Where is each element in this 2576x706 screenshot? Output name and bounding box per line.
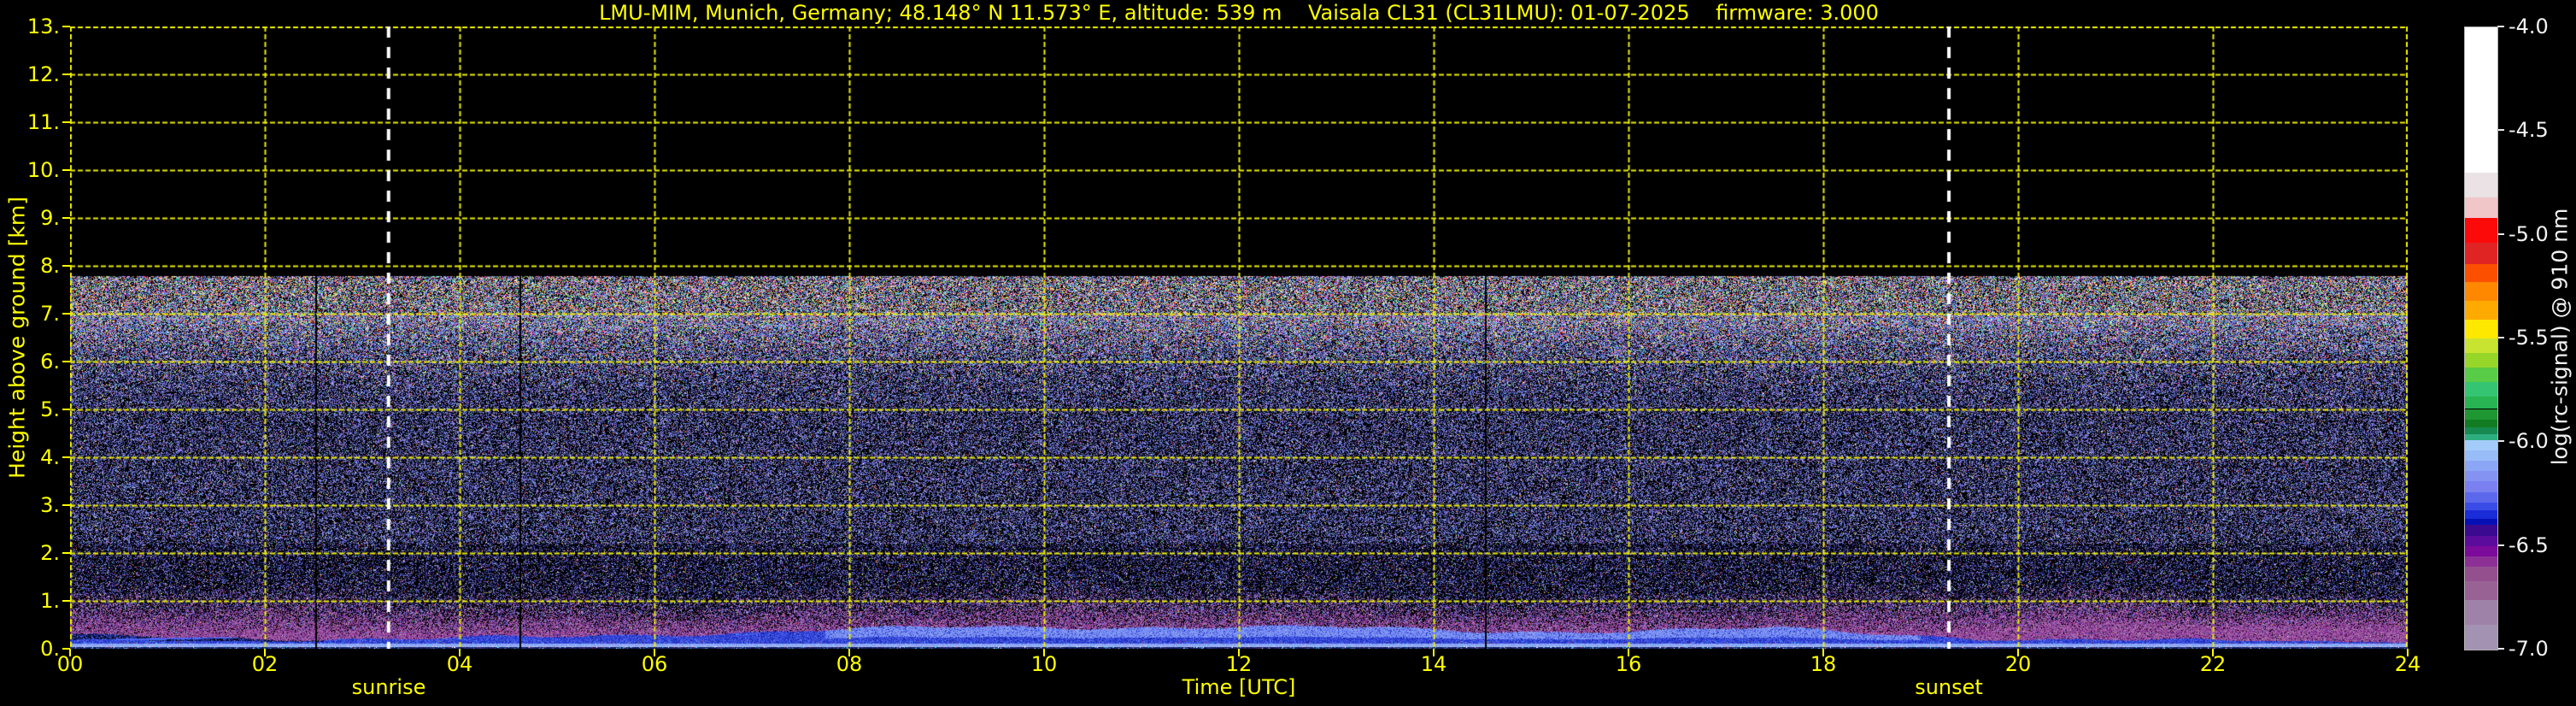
colorbar-segment [2465, 481, 2497, 492]
colorbar-segment [2465, 624, 2497, 650]
y-tick-mark [62, 552, 70, 554]
colorbar-tick-mark [2497, 648, 2504, 650]
colorbar-segment [2465, 525, 2497, 536]
colorbar-segment [2465, 282, 2497, 302]
colorbar-segment [2465, 566, 2497, 581]
colorbar-tick-label: -6.0 [2509, 429, 2549, 454]
x-tick-label: 14 [1420, 652, 1447, 676]
y-tick-label: 3. [40, 493, 60, 517]
plot-title: LMU-MIM, Munich, Germany; 48.148° N 11.5… [599, 1, 1879, 25]
y-tick-mark [62, 648, 70, 650]
colorbar-segment [2465, 419, 2497, 428]
y-tick-mark [62, 217, 70, 219]
x-axis-label: Time [UTC] [1182, 675, 1296, 699]
colorbar-segment [2465, 502, 2497, 511]
colorbar-segment [2465, 197, 2497, 219]
colorbar-tick-label: -7.0 [2509, 637, 2549, 661]
colorbar-segment [2465, 450, 2497, 462]
colorbar-segment [2465, 27, 2497, 173]
colorbar-segment [2465, 218, 2497, 244]
y-tick-mark [62, 361, 70, 362]
x-tick-label: 04 [446, 652, 473, 676]
colorbar-tick-mark [2497, 440, 2504, 443]
x-tick-label: 10 [1030, 652, 1058, 676]
x-tick-label: 06 [641, 652, 668, 676]
colorbar-segment [2465, 580, 2497, 600]
colorbar-tick-mark [2497, 232, 2504, 235]
y-tick-label: 11. [26, 110, 60, 134]
colorbar-segment [2465, 510, 2497, 520]
colorbar-tick-label: -6.5 [2509, 532, 2549, 557]
colorbar-tick-mark [2497, 337, 2504, 338]
colorbar-tick-label: -5.5 [2509, 326, 2549, 350]
colorbar-segment [2465, 471, 2497, 482]
x-tick-label: 02 [251, 652, 279, 676]
colorbar-segment [2465, 263, 2497, 283]
y-tick-label: 12. [26, 62, 60, 86]
colorbar-segment [2465, 367, 2497, 382]
colorbar-segment [2465, 439, 2497, 451]
x-tick-label: 18 [1810, 652, 1837, 676]
colorbar-segment [2465, 491, 2497, 503]
colorbar-segment [2465, 599, 2497, 625]
colorbar-segment [2465, 519, 2497, 526]
x-tick-label: 22 [2199, 652, 2227, 676]
y-tick-mark [62, 313, 70, 315]
x-tick-label: 24 [2394, 652, 2421, 676]
colorbar-segment [2465, 338, 2497, 353]
colorbar-tick-mark [2497, 129, 2504, 132]
x-tick-label: 00 [56, 652, 84, 676]
colorbar-tick-mark [2497, 26, 2504, 27]
y-tick-label: 10. [26, 158, 60, 182]
colorbar-segment [2465, 301, 2497, 321]
y-tick-mark [62, 169, 70, 171]
colorbar-segment [2465, 409, 2497, 420]
y-tick-mark [62, 265, 70, 267]
y-tick-mark [62, 409, 70, 410]
colorbar-segment [2465, 320, 2497, 338]
backscatter-heatmap-canvas [70, 26, 2408, 649]
colorbar-segment [2465, 556, 2497, 567]
colorbar-tick-mark [2497, 544, 2504, 546]
y-tick-label: 4. [40, 445, 60, 469]
colorbar-segment [2465, 545, 2497, 556]
colorbar-tick-label: -5.0 [2509, 221, 2549, 246]
colorbar-segment [2465, 352, 2497, 368]
x-tick-label: 16 [1615, 652, 1642, 676]
colorbar-segment [2465, 427, 2497, 434]
x-tick-label: 08 [836, 652, 863, 676]
colorbar-segment [2465, 461, 2497, 472]
colorbar-segment [2465, 433, 2497, 440]
colorbar [2464, 26, 2498, 650]
y-tick-mark [62, 26, 70, 27]
sunset-label: sunset [1915, 675, 1983, 699]
colorbar-tick-label: -4.5 [2509, 118, 2549, 143]
colorbar-segment [2465, 172, 2497, 197]
y-tick-label: 0. [40, 637, 60, 661]
y-tick-mark [62, 456, 70, 458]
y-tick-mark [62, 504, 70, 506]
colorbar-segment [2465, 535, 2497, 546]
ceilometer-quicklook: LMU-MIM, Munich, Germany; 48.148° N 11.5… [0, 0, 2576, 706]
y-tick-label: 7. [40, 302, 60, 326]
y-tick-label: 6. [40, 350, 60, 374]
sunrise-label: sunrise [351, 675, 426, 699]
x-tick-label: 12 [1225, 652, 1253, 676]
y-tick-label: 1. [40, 589, 60, 613]
colorbar-tick-label: -4.0 [2509, 15, 2549, 38]
y-tick-mark [62, 121, 70, 123]
y-tick-label: 5. [40, 397, 60, 421]
y-axis-label: Height above ground [km] [4, 197, 30, 479]
y-tick-label: 2. [40, 541, 60, 565]
x-tick-label: 20 [2004, 652, 2032, 676]
y-tick-mark [62, 600, 70, 602]
colorbar-segment [2465, 243, 2497, 264]
colorbar-segment [2465, 396, 2497, 409]
y-tick-mark [62, 74, 70, 75]
colorbar-segment [2465, 381, 2497, 397]
y-tick-label: 8. [40, 254, 60, 278]
y-tick-label: 9. [40, 206, 60, 230]
y-tick-label: 13. [26, 15, 60, 38]
colorbar-label: log(rc-signal) @ 910 nm [2547, 208, 2573, 466]
